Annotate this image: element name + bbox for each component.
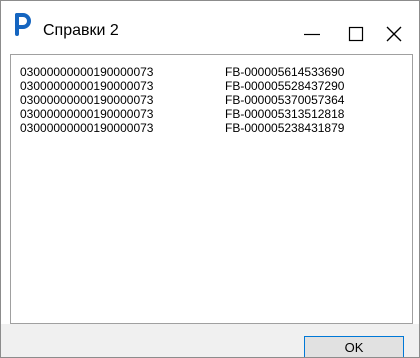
reference-number: FB-000005238431879 xyxy=(225,121,345,135)
account-number: 03000000000190000073 xyxy=(20,93,154,107)
minimize-button[interactable] xyxy=(286,1,332,53)
button-bar: OK xyxy=(1,324,419,357)
close-button[interactable] xyxy=(373,1,419,53)
maximize-button[interactable] xyxy=(332,1,378,53)
results-list[interactable]: 03000000000190000073 FB-000005614533690 … xyxy=(10,54,413,324)
minimize-icon xyxy=(304,33,320,36)
reference-number: FB-000005528437290 xyxy=(225,79,345,93)
account-number: 03000000000190000073 xyxy=(20,121,154,135)
app-logo-p-icon xyxy=(11,12,35,36)
window-title: Справки 2 xyxy=(43,22,119,39)
reference-number: FB-000005614533690 xyxy=(225,65,345,79)
close-icon xyxy=(386,26,402,42)
reference-number: FB-000005370057364 xyxy=(225,93,345,107)
reference-number: FB-000005313512818 xyxy=(225,107,345,121)
title-bar[interactable]: Справки 2 xyxy=(1,1,419,53)
account-number: 03000000000190000073 xyxy=(20,65,154,79)
account-number: 03000000000190000073 xyxy=(20,79,154,93)
dialog-window: Справки 2 03000000000190000073 FB-000005… xyxy=(0,0,420,358)
ok-button[interactable]: OK xyxy=(304,336,404,357)
maximize-icon xyxy=(348,26,364,42)
account-number: 03000000000190000073 xyxy=(20,107,154,121)
